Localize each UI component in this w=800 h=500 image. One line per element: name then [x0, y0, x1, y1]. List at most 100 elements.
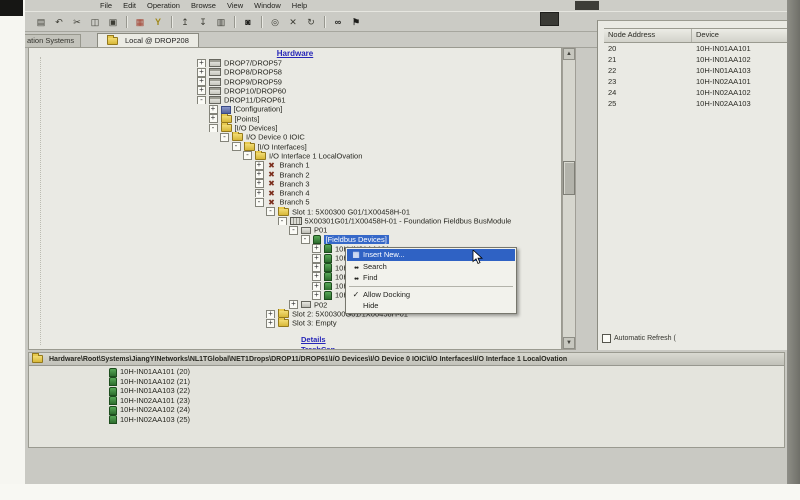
checkbox-icon[interactable] [602, 334, 611, 343]
expander-icon[interactable]: + [209, 114, 218, 123]
context-menu-item-hide[interactable]: Hide [347, 300, 515, 312]
context-menu-item-allow-docking[interactable]: ✓Allow Docking [347, 289, 515, 301]
device-list-item[interactable]: 10H-IN02AA102 (24) [29, 405, 784, 415]
paste-icon[interactable]: ▣ [105, 15, 121, 29]
expander-icon[interactable]: + [255, 170, 264, 179]
tree-item-p01[interactable]: -P01 [29, 225, 561, 234]
refresh-icon[interactable]: ↻ [303, 15, 319, 29]
expander-icon[interactable]: + [312, 263, 321, 272]
sheet-icon[interactable]: ▥ [213, 15, 229, 29]
device-list-item[interactable]: 10H-IN01AA101 (20) [29, 367, 784, 377]
expander-icon[interactable]: - [255, 198, 264, 207]
tree-item-configuration[interactable]: +[Configuration] [29, 104, 561, 113]
tree-item-fieldbus-devices[interactable]: -[Fieldbus Devices] [29, 235, 561, 244]
tree-item-drop9-drop59[interactable]: +DROP9/DROP59 [29, 77, 561, 86]
column-header-node-address[interactable]: Node Address [604, 29, 692, 42]
expander-icon[interactable]: - [243, 151, 252, 160]
trashcan-link[interactable]: TrashCan [301, 345, 335, 350]
cut-icon[interactable]: ✂ [69, 15, 85, 29]
expander-icon[interactable]: + [255, 161, 264, 170]
tree-item-branch-4[interactable]: +Branch 4 [29, 188, 561, 197]
new-icon[interactable]: ▤ [33, 15, 49, 29]
tree-item-i-o-interfaces[interactable]: -[I/O Interfaces] [29, 142, 561, 151]
expander-icon[interactable]: + [312, 272, 321, 281]
hardware-panel-title[interactable]: Hardware [29, 49, 561, 58]
expander-icon[interactable]: + [312, 254, 321, 263]
menu-view[interactable]: View [227, 0, 243, 11]
scrollbar-thumb[interactable] [563, 161, 575, 195]
tree-item-5x00301g01-1x00458h-01-foundation-fieldbus-busmodule[interactable]: -5X00301G01/1X00458H-01 - Foundation Fie… [29, 216, 561, 225]
device-list-item[interactable]: 10H-IN02AA103 (25) [29, 415, 784, 425]
table-row[interactable]: 2010H-IN01AA101 [604, 43, 788, 54]
device-list-item[interactable]: 10H-IN01AA102 (21) [29, 377, 784, 387]
expander-icon[interactable]: + [266, 319, 275, 328]
tree-item-drop7-drop57[interactable]: +DROP7/DROP57 [29, 58, 561, 67]
expander-icon[interactable]: - [232, 142, 241, 151]
tree-item-slot-1-5x00300-g01-1x00458h-01[interactable]: -Slot 1: 5X00300 G01/1X00458H-01 [29, 207, 561, 216]
image-icon[interactable]: ▦ [132, 15, 148, 29]
scroll-up-arrow-icon[interactable]: ▲ [563, 48, 575, 60]
expander-icon[interactable]: - [289, 226, 298, 235]
expander-icon[interactable]: + [312, 291, 321, 300]
undo-icon[interactable]: ↶ [51, 15, 67, 29]
tree-item-branch-3[interactable]: +Branch 3 [29, 179, 561, 188]
tab-local-drop208[interactable]: Local @ DROP208 [97, 33, 199, 47]
expander-icon[interactable]: - [278, 217, 287, 226]
tree-scrollbar[interactable]: ▲ ▼ [562, 47, 576, 350]
tab-systems[interactable]: ation Systems [25, 34, 81, 47]
tree-item-i-o-interface-1-localovation[interactable]: -I/O Interface 1 LocalOvation [29, 151, 561, 160]
expander-icon[interactable]: + [266, 310, 275, 319]
expander-icon[interactable]: + [197, 86, 206, 95]
tree-item-branch-2[interactable]: +Branch 2 [29, 170, 561, 179]
tree-item-branch-1[interactable]: +Branch 1 [29, 160, 561, 169]
expander-icon[interactable]: - [209, 124, 218, 133]
tree-item-branch-5[interactable]: -Branch 5 [29, 197, 561, 206]
context-menu-item-find[interactable]: Find [347, 272, 515, 284]
expander-icon[interactable]: + [197, 68, 206, 77]
menu-operation[interactable]: Operation [147, 0, 180, 11]
table-row[interactable]: 2310H-IN02AA101 [604, 76, 788, 87]
tree-item-i-o-devices[interactable]: -[I/O Devices] [29, 123, 561, 132]
scroll-down-arrow-icon[interactable]: ▼ [563, 337, 575, 349]
expander-icon[interactable]: - [301, 235, 310, 244]
camera-icon[interactable]: ◙ [240, 15, 256, 29]
menu-file[interactable]: File [100, 0, 112, 11]
expander-icon[interactable]: + [197, 59, 206, 68]
context-menu-item-search[interactable]: Search [347, 261, 515, 273]
menu-edit[interactable]: Edit [123, 0, 136, 11]
copy-icon[interactable]: ◫ [87, 15, 103, 29]
expander-icon[interactable]: + [255, 179, 264, 188]
zoom-icon[interactable]: ◎ [267, 15, 283, 29]
menu-help[interactable]: Help [292, 0, 307, 11]
tree-item-drop11-drop61[interactable]: -DROP11/DROP61 [29, 95, 561, 104]
tree-item-slot-3-empty[interactable]: +Slot 3: Empty [29, 318, 561, 327]
details-link[interactable]: Details [301, 335, 326, 344]
find-binoculars-icon[interactable]: ∞ [330, 15, 346, 29]
filter-icon[interactable]: Y [150, 15, 166, 29]
window-control-box[interactable] [575, 1, 599, 10]
expander-icon[interactable]: - [197, 96, 206, 105]
export-icon[interactable]: ↥ [177, 15, 193, 29]
expander-icon[interactable]: + [312, 282, 321, 291]
menu-browse[interactable]: Browse [191, 0, 216, 11]
menu-window[interactable]: Window [254, 0, 281, 11]
automatic-refresh-checkbox[interactable]: Automatic Refresh ( [602, 334, 676, 343]
table-row[interactable]: 2110H-IN01AA102 [604, 54, 788, 65]
tree-item-drop10-drop60[interactable]: +DROP10/DROP60 [29, 86, 561, 95]
expander-icon[interactable]: + [255, 189, 264, 198]
tree-item-points[interactable]: +[Points] [29, 114, 561, 123]
flag-icon[interactable]: ⚑ [348, 15, 364, 29]
toolbar-extra-button[interactable] [540, 12, 559, 26]
expander-icon[interactable]: + [289, 300, 298, 309]
delete-icon[interactable]: ✕ [285, 15, 301, 29]
expander-icon[interactable]: - [266, 207, 275, 216]
table-row[interactable]: 2510H-IN02AA103 [604, 98, 788, 109]
table-row[interactable]: 2410H-IN02AA102 [604, 87, 788, 98]
device-list-item[interactable]: 10H-IN02AA101 (23) [29, 396, 784, 406]
tree-item-drop8-drop58[interactable]: +DROP8/DROP58 [29, 67, 561, 76]
expander-icon[interactable]: + [197, 77, 206, 86]
expander-icon[interactable]: - [220, 133, 229, 142]
expander-icon[interactable]: + [209, 105, 218, 114]
table-row[interactable]: 2210H-IN01AA103 [604, 65, 788, 76]
expander-icon[interactable]: + [312, 244, 321, 253]
